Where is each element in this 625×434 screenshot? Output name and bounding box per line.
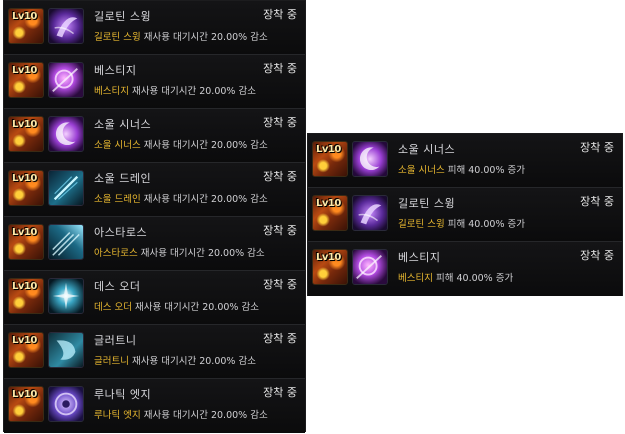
equipped-status: 장착 중 (263, 170, 297, 183)
level-label: Lv10 (12, 11, 37, 22)
level-label: Lv10 (12, 389, 37, 400)
rune-badge-icon: Lv10 (8, 62, 44, 98)
soul-sinus-icon (48, 116, 84, 152)
skill-description: 베스티지 재사용 대기시간 20.00% 감소 (94, 86, 256, 97)
level-label: Lv10 (316, 198, 341, 209)
death-order-icon (48, 278, 84, 314)
list-item[interactable]: Lv10 소울 드레인 장착 중 소울 드레인 재사용 대기시간 20.00% … (4, 163, 305, 217)
guillotine-swing-icon (48, 8, 84, 44)
skill-description: 데스 오더 재사용 대기시간 20.00% 감소 (94, 302, 259, 313)
equipped-status: 장착 중 (263, 386, 297, 399)
skill-description: 소울 시너스 재사용 대기시간 20.00% 감소 (94, 140, 268, 151)
skill-name: 베스티지 (94, 64, 137, 77)
skill-name: 길로틴 스윙 (94, 10, 152, 23)
rune-badge-icon: Lv10 (8, 170, 44, 206)
equipped-status: 장착 중 (580, 249, 614, 262)
list-item[interactable]: Lv10 아스타로스 장착 중 아스타로스 재사용 대기시간 20.00% 감소 (4, 217, 305, 271)
skill-description: 베스티지 피해 40.00% 증가 (398, 273, 514, 284)
rune-badge-icon: Lv10 (8, 386, 44, 422)
rune-badge-icon: Lv10 (8, 116, 44, 152)
skill-name: 아스타로스 (94, 226, 148, 239)
equipped-status: 장착 중 (263, 278, 297, 291)
skill-description: 길로틴 스윙 재사용 대기시간 20.00% 감소 (94, 32, 268, 43)
skill-name: 길로틴 스윙 (398, 197, 456, 210)
equipped-status: 장착 중 (580, 195, 614, 208)
skill-description: 아스타로스 재사용 대기시간 20.00% 감소 (94, 248, 265, 259)
vestige-icon (48, 62, 84, 98)
equipped-status: 장착 중 (263, 62, 297, 75)
level-label: Lv10 (12, 281, 37, 292)
skill-name: 데스 오더 (94, 280, 141, 293)
right-skill-list: Lv10 소울 시너스 장착 중 소울 시너스 피해 40.00% 증가 Lv1… (307, 133, 623, 296)
list-item[interactable]: Lv10 소울 시너스 장착 중 소울 시너스 재사용 대기시간 20.00% … (4, 109, 305, 163)
list-item[interactable]: Lv10 길로틴 스윙 장착 중 길로틴 스윙 재사용 대기시간 20.00% … (4, 1, 305, 55)
skill-description: 소울 드레인 재사용 대기시간 20.00% 감소 (94, 194, 268, 205)
level-label: Lv10 (12, 65, 37, 76)
rune-badge-icon: Lv10 (312, 195, 348, 231)
level-label: Lv10 (12, 335, 37, 346)
astaros-icon (48, 224, 84, 260)
skill-name: 소울 드레인 (94, 172, 152, 185)
level-label: Lv10 (12, 119, 37, 130)
guillotine-swing-icon (352, 195, 388, 231)
equipped-status: 장착 중 (263, 332, 297, 345)
skill-name: 베스티지 (398, 251, 441, 264)
rune-badge-icon: Lv10 (312, 141, 348, 177)
equipped-status: 장착 중 (263, 8, 297, 21)
skill-description: 소울 시너스 피해 40.00% 증가 (398, 165, 525, 176)
level-label: Lv10 (12, 227, 37, 238)
skill-name: 소울 시너스 (398, 143, 456, 156)
lunatic-edge-icon (48, 386, 84, 422)
soul-drain-icon (48, 170, 84, 206)
skill-description: 루나틱 엣지 재사용 대기시간 20.00% 감소 (94, 410, 268, 421)
list-item[interactable]: Lv10 소울 시너스 장착 중 소울 시너스 피해 40.00% 증가 (308, 134, 622, 188)
level-label: Lv10 (12, 173, 37, 184)
list-item[interactable]: Lv10 베스티지 장착 중 베스티지 재사용 대기시간 20.00% 감소 (4, 55, 305, 109)
skill-name: 글러트니 (94, 334, 137, 347)
list-item[interactable]: Lv10 베스티지 장착 중 베스티지 피해 40.00% 증가 (308, 242, 622, 296)
rune-badge-icon: Lv10 (8, 8, 44, 44)
vestige-icon (352, 249, 388, 285)
equipped-status: 장착 중 (263, 224, 297, 237)
left-skill-list: Lv10 길로틴 스윙 장착 중 길로틴 스윙 재사용 대기시간 20.00% … (3, 0, 306, 433)
skill-description: 글러트니 재사용 대기시간 20.00% 감소 (94, 356, 256, 367)
rune-badge-icon: Lv10 (312, 249, 348, 285)
skill-name: 소울 시너스 (94, 118, 152, 131)
skill-description: 길로틴 스윙 피해 40.00% 증가 (398, 219, 525, 230)
skill-name: 루나틱 엣지 (94, 388, 152, 401)
equipped-status: 장착 중 (580, 141, 614, 154)
list-item[interactable]: Lv10 글러트니 장착 중 글러트니 재사용 대기시간 20.00% 감소 (4, 325, 305, 379)
rune-badge-icon: Lv10 (8, 278, 44, 314)
list-item[interactable]: Lv10 루나틱 엣지 장착 중 루나틱 엣지 재사용 대기시간 20.00% … (4, 379, 305, 433)
soul-sinus-icon (352, 141, 388, 177)
equipped-status: 장착 중 (263, 116, 297, 129)
rune-badge-icon: Lv10 (8, 332, 44, 368)
level-label: Lv10 (316, 252, 341, 263)
rune-badge-icon: Lv10 (8, 224, 44, 260)
list-item[interactable]: Lv10 데스 오더 장착 중 데스 오더 재사용 대기시간 20.00% 감소 (4, 271, 305, 325)
level-label: Lv10 (316, 144, 341, 155)
list-item[interactable]: Lv10 길로틴 스윙 장착 중 길로틴 스윙 피해 40.00% 증가 (308, 188, 622, 242)
gluttony-icon (48, 332, 84, 368)
